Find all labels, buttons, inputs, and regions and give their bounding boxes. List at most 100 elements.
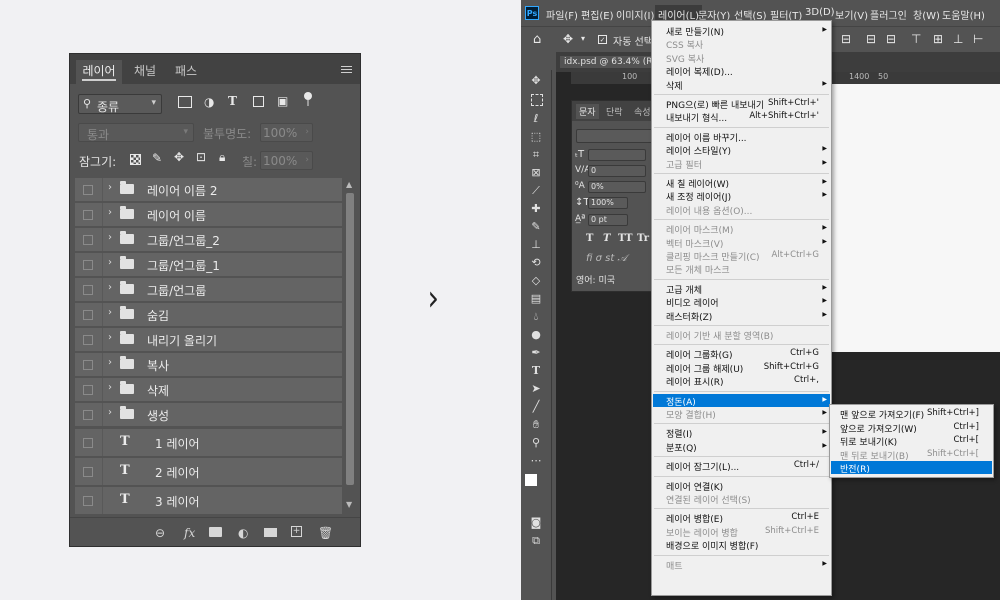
- menu-item[interactable]: 레이어 스타일(Y): [666, 144, 731, 157]
- fx-icon[interactable]: fx: [184, 526, 195, 540]
- menu-item[interactable]: 레이어 이름 바꾸기...: [666, 131, 747, 144]
- filter-toggle-icon[interactable]: [304, 92, 312, 106]
- quick-mask-icon[interactable]: ◙: [529, 516, 543, 530]
- visibility-checkbox-icon[interactable]: [83, 360, 93, 370]
- distribute-bottom-icon[interactable]: ⊥: [953, 32, 963, 46]
- visibility-checkbox-icon[interactable]: [83, 260, 93, 270]
- lock-position-move-icon[interactable]: ✥: [174, 150, 184, 164]
- foreground-color-swatch[interactable]: [525, 474, 537, 486]
- lock-transparent-icon[interactable]: [130, 154, 141, 165]
- menu-item[interactable]: 비디오 레이어: [666, 296, 719, 309]
- lasso-tool-icon[interactable]: ℓ: [529, 112, 543, 126]
- font-size-field[interactable]: [588, 149, 646, 161]
- visibility-toggle[interactable]: [75, 458, 103, 485]
- visibility-toggle[interactable]: [75, 303, 103, 326]
- marquee-tool-icon[interactable]: [531, 94, 543, 106]
- layer-list-scrollbar[interactable]: ▲ ▼: [344, 180, 356, 512]
- tracking-field[interactable]: 0%: [588, 181, 646, 193]
- menu-item[interactable]: SVG 복사: [666, 52, 704, 65]
- smart-object-filter-icon[interactable]: ▣: [277, 94, 288, 108]
- object-select-tool-icon[interactable]: ⬚: [529, 130, 543, 144]
- home-icon[interactable]: ⌂: [533, 32, 541, 47]
- healing-tool-icon[interactable]: ✚: [529, 202, 543, 216]
- layer-row[interactable]: T 1 레이어: [75, 429, 342, 456]
- layer-row[interactable]: › 복사: [75, 353, 342, 376]
- menu-item[interactable]: 새 칠 레이어(W): [666, 177, 729, 190]
- more-tools-icon[interactable]: ⋯: [529, 454, 543, 468]
- scroll-up-icon[interactable]: ▲: [346, 180, 352, 189]
- menu-item[interactable]: 레이어 연결(K): [666, 480, 723, 493]
- chevron-right-icon[interactable]: ›: [108, 232, 112, 243]
- tab-paths[interactable]: 패스: [168, 60, 204, 84]
- menu-item[interactable]: 레이어 복제(D)...: [666, 65, 733, 78]
- menu-item[interactable]: 새로 만들기(N): [666, 25, 724, 38]
- layer-row[interactable]: › 레이어 이름: [75, 203, 342, 226]
- align-center-icon[interactable]: ⊟: [866, 32, 876, 46]
- shape-filter-icon[interactable]: [253, 96, 264, 107]
- menu-item[interactable]: 모양 결합(H): [666, 408, 716, 421]
- brush-tool-icon[interactable]: ✎: [529, 220, 543, 234]
- submenu-item[interactable]: 앞으로 가져오기(W): [840, 422, 917, 435]
- dodge-tool-icon[interactable]: ●: [529, 328, 543, 342]
- menu-item[interactable]: 래스터화(Z): [666, 310, 712, 323]
- menu-item[interactable]: PNG으(로) 빠른 내보내기: [666, 98, 764, 111]
- visibility-checkbox-icon[interactable]: [83, 210, 93, 220]
- menu-9[interactable]: 보기(V): [835, 7, 868, 22]
- trash-icon[interactable]: 🗑︎: [318, 526, 333, 540]
- menu-item[interactable]: 레이어 기반 새 분할 영역(B): [666, 329, 773, 342]
- layer-row[interactable]: › 그룹/언그룹_2: [75, 228, 342, 251]
- stamp-tool-icon[interactable]: ⊥: [529, 238, 543, 252]
- type-filter-icon[interactable]: T: [228, 94, 237, 108]
- fill-field[interactable]: 100% ›: [260, 151, 313, 170]
- visibility-checkbox-icon[interactable]: [83, 185, 93, 195]
- path-select-icon[interactable]: ➤: [529, 382, 543, 396]
- submenu-item[interactable]: 뒤로 보내기(K): [840, 435, 897, 448]
- menu-item[interactable]: 레이어 그룹 해제(U): [666, 362, 743, 375]
- scroll-down-icon[interactable]: ▼: [346, 500, 352, 509]
- layer-row[interactable]: T 3 레이어: [75, 487, 342, 514]
- distribute-center-icon[interactable]: ⊞: [933, 32, 943, 46]
- menu-item[interactable]: 클리핑 마스크 만들기(C): [666, 250, 760, 263]
- adjustment-filter-icon[interactable]: ◑: [204, 95, 214, 109]
- visibility-toggle[interactable]: [75, 429, 103, 456]
- menu-item[interactable]: 벡터 마스크(V): [666, 237, 723, 250]
- menu-2[interactable]: 편집(E): [581, 7, 614, 22]
- lock-artboard-icon[interactable]: ⊡: [196, 150, 206, 164]
- menu-item[interactable]: 새 조정 레이어(J): [666, 190, 731, 203]
- language-select[interactable]: 영어: 미국: [576, 273, 615, 286]
- visibility-toggle[interactable]: [75, 328, 103, 351]
- visibility-toggle[interactable]: [75, 378, 103, 401]
- menu-item[interactable]: 레이어 잠그기(L)...: [666, 460, 739, 473]
- menu-8[interactable]: 3D(D): [805, 7, 835, 18]
- line-tool-icon[interactable]: ╱: [529, 400, 543, 414]
- panel-menu-icon[interactable]: [341, 66, 352, 75]
- menu-item[interactable]: 모든 개체 마스크: [666, 263, 730, 276]
- baseline-shift-field[interactable]: 0 pt: [588, 214, 628, 226]
- visibility-checkbox-icon[interactable]: [83, 410, 93, 420]
- menu-10[interactable]: 플러그인: [870, 7, 907, 22]
- menu-item[interactable]: 분포(Q): [666, 441, 697, 454]
- all-caps-button[interactable]: TT: [618, 233, 633, 244]
- visibility-toggle[interactable]: [75, 487, 103, 514]
- visibility-toggle[interactable]: [75, 278, 103, 301]
- type-tool-icon[interactable]: T: [529, 364, 543, 378]
- visibility-toggle[interactable]: [75, 228, 103, 251]
- visibility-toggle[interactable]: [75, 353, 103, 376]
- filter-kind-select[interactable]: ⚲ 종류 ▾: [78, 94, 162, 114]
- adjustment-icon[interactable]: ◐: [238, 526, 248, 540]
- chevron-right-icon[interactable]: ›: [108, 207, 112, 218]
- visibility-toggle[interactable]: [75, 253, 103, 276]
- crop-tool-icon[interactable]: ⌗: [529, 148, 543, 162]
- menu-12[interactable]: 도움말(H): [942, 7, 985, 22]
- menu-item[interactable]: 고급 필터: [666, 158, 702, 171]
- chevron-right-icon[interactable]: ›: [108, 332, 112, 343]
- tab-properties[interactable]: 속성: [634, 105, 651, 118]
- small-caps-button[interactable]: Tr: [637, 233, 649, 244]
- chevron-right-icon[interactable]: ›: [108, 182, 112, 193]
- opentype-features-icon[interactable]: fi σ st 𝒜: [586, 253, 627, 264]
- link-icon[interactable]: ⊖: [155, 526, 165, 540]
- menu-item[interactable]: 배경으로 이미지 병합(F): [666, 539, 758, 552]
- chevron-right-icon[interactable]: ›: [108, 307, 112, 318]
- layer-row[interactable]: › 숨김: [75, 303, 342, 326]
- kerning-field[interactable]: 0: [588, 165, 646, 177]
